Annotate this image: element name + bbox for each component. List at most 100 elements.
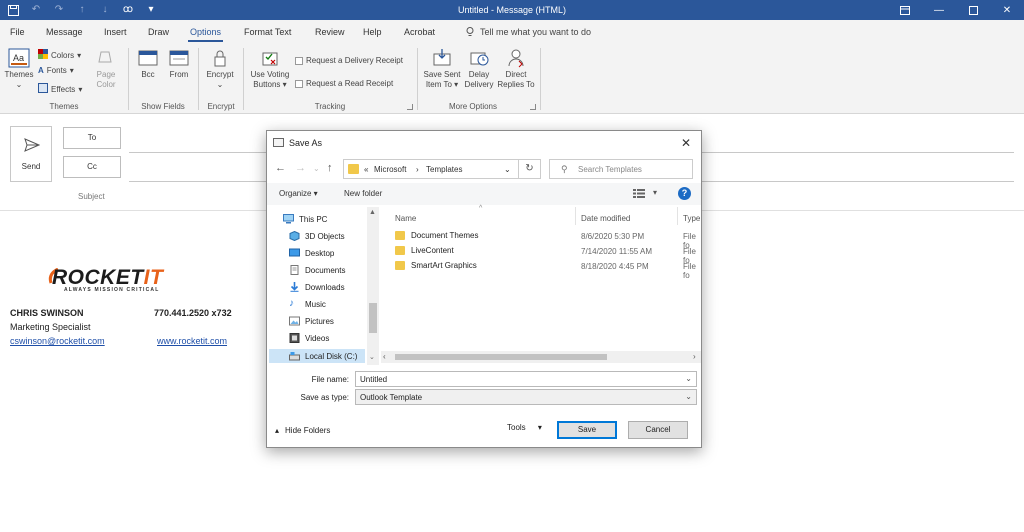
tab-format-text[interactable]: Format Text [244,27,291,37]
direct-replies-button[interactable]: Direct Replies To [496,48,536,90]
hide-folders-button[interactable]: ▴ Hide Folders [275,426,330,435]
scroll-down-icon[interactable]: ⌄ [369,353,375,361]
chevron-down-icon[interactable]: ⌄ [685,374,692,383]
themes-button[interactable]: Aa Themes ⌄ [4,48,34,90]
scrollbar-thumb[interactable] [369,303,377,333]
nav-item-local-disk[interactable]: Local Disk (C:) [269,349,365,363]
to-button[interactable]: To [63,127,121,149]
save-as-type-select[interactable]: Outlook Template ⌄ [355,389,697,405]
file-date: 8/6/2020 5:30 PM [581,232,645,241]
help-icon[interactable]: ? [678,187,691,200]
ribbon-display-icon[interactable] [888,0,922,20]
scroll-left-icon[interactable]: ‹ [383,352,386,361]
save-as-type-label: Save as type: [300,393,349,402]
tab-review[interactable]: Review [315,27,345,37]
tab-message[interactable]: Message [46,27,83,37]
list-item[interactable]: LiveContent [395,246,454,255]
page-color-button[interactable]: Page Color [90,48,122,90]
nav-item-music[interactable]: ♪ Music [289,299,326,309]
organize-button[interactable]: Organize ▾ [279,189,318,198]
tab-options[interactable]: Options [187,27,224,42]
nav-label: Videos [305,333,330,343]
save-sent-item-button[interactable]: Save Sent Item To ▾ [422,48,462,90]
send-label: Send [21,162,41,171]
signature-email-link[interactable]: cswinson@rocketit.com [10,336,105,346]
cancel-button[interactable]: Cancel [628,421,688,439]
tell-me-search[interactable]: Tell me what you want to do [466,27,591,39]
direct-label-1: Direct [505,70,527,79]
column-header-name[interactable]: Name [395,214,416,223]
bcc-button[interactable]: Bcc [136,48,160,80]
read-receipt-checkbox[interactable] [295,79,303,88]
maximize-icon[interactable] [956,0,990,20]
minimize-icon[interactable]: — [922,0,956,20]
address-bar[interactable]: « Microsoft › Templates ⌄ [343,159,519,179]
request-read-receipt[interactable]: Request a Read Receipt [295,79,393,88]
close-icon[interactable]: ✕ [990,0,1024,20]
nav-item-pictures[interactable]: Pictures [289,316,334,326]
tab-help[interactable]: Help [363,27,382,37]
save-button[interactable]: Save [557,421,617,439]
forward-arrow-icon[interactable]: → [295,162,306,174]
chevron-down-icon[interactable]: ⌄ [504,165,511,174]
column-separator[interactable] [575,207,576,225]
scrollbar-thumb[interactable] [395,354,607,360]
cc-button[interactable]: Cc [63,156,121,178]
refresh-icon[interactable]: ↻ [519,159,541,179]
search-input[interactable]: ⚲ Search Templates [549,159,693,179]
effects-button[interactable]: Effects ▾ [38,83,82,95]
nav-item-videos[interactable]: Videos [289,333,329,343]
chevron-down-icon[interactable]: ▾ [653,188,657,197]
from-button[interactable]: From [166,48,192,80]
fonts-button[interactable]: A Fonts ▾ [38,66,74,75]
column-header-type[interactable]: Type [683,214,700,223]
horizontal-scrollbar[interactable]: ‹ › [381,351,701,363]
navigation-scrollbar[interactable]: ▲ ⌄ [367,207,379,365]
list-item[interactable]: SmartArt Graphics [395,261,477,270]
breadcrumb-microsoft[interactable]: Microsoft [374,165,406,174]
file-name-input[interactable]: Untitled ⌄ [355,371,697,387]
breadcrumb-overflow[interactable]: « [364,165,368,174]
back-arrow-icon[interactable]: ← [275,162,286,174]
nav-item-3d-objects[interactable]: 3D Objects [289,230,345,242]
list-item[interactable]: Document Themes [395,231,478,240]
delay-delivery-button[interactable]: Delay Delivery [462,48,496,90]
delivery-receipt-checkbox[interactable] [295,56,303,65]
nav-item-this-pc[interactable]: This PC [283,214,327,224]
signature-website-link[interactable]: www.rocketit.com [157,336,227,346]
tab-file[interactable]: File [10,27,25,37]
chevron-down-icon[interactable]: ⌄ [685,392,692,401]
tab-insert[interactable]: Insert [104,27,127,37]
send-button[interactable]: Send [10,126,52,182]
column-header-date[interactable]: Date modified [581,214,630,223]
tab-draw[interactable]: Draw [148,27,169,37]
nav-item-downloads[interactable]: Downloads [289,282,345,292]
send-icon [24,137,41,155]
colors-button[interactable]: Colors ▾ [38,49,81,61]
scroll-up-icon[interactable]: ▲ [369,209,376,216]
view-options-icon[interactable] [633,189,645,200]
file-name: SmartArt Graphics [411,261,477,270]
scroll-right-icon[interactable]: › [693,352,696,361]
close-icon[interactable]: ✕ [679,136,693,150]
nav-label: Music [305,299,326,309]
svg-text:Aa: Aa [13,53,24,63]
column-separator[interactable] [677,207,678,225]
up-arrow-icon[interactable]: ↑ [327,162,333,174]
recent-locations-icon[interactable]: ⌄ [313,164,320,173]
nav-item-desktop[interactable]: Desktop [289,248,334,258]
new-folder-button[interactable]: New folder [344,189,382,198]
use-voting-buttons[interactable]: Use Voting Buttons ▾ [248,48,292,90]
window-title: Untitled - Message (HTML) [457,5,567,15]
folder-arrow-icon [431,48,453,68]
request-delivery-receipt[interactable]: Request a Delivery Receipt [295,56,403,65]
encrypt-button[interactable]: Encrypt ⌄ [204,48,236,90]
breadcrumb-templates[interactable]: Templates [426,165,462,174]
tracking-dialog-launcher-icon[interactable] [407,104,413,110]
tab-acrobat[interactable]: Acrobat [404,27,435,37]
chevron-down-icon: ⌄ [15,80,23,89]
tools-button[interactable]: Tools ▾ [507,423,542,432]
search-icon: ⚲ [561,164,568,174]
nav-item-documents[interactable]: Documents [289,265,345,275]
more-options-dialog-launcher-icon[interactable] [530,104,536,110]
